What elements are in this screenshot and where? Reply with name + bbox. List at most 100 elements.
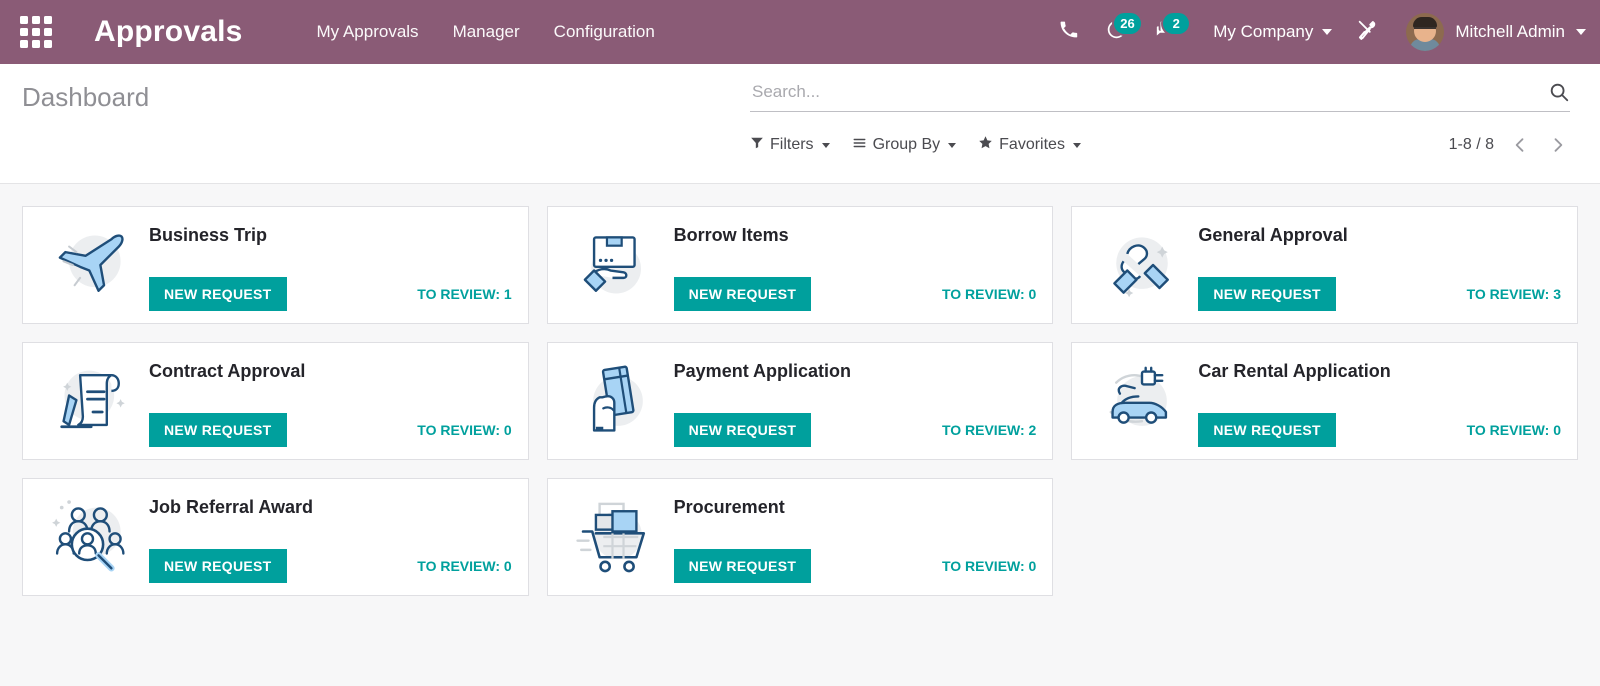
new-request-button[interactable]: NEW REQUEST [1198,277,1336,311]
card-title: Business Trip [149,225,512,246]
to-review-count[interactable]: TO REVIEW: 2 [942,422,1036,438]
filters-dropdown[interactable]: Filters [750,136,830,155]
chevron-down-icon [1073,143,1081,148]
card-title: Payment Application [674,361,1037,382]
card-title: General Approval [1198,225,1561,246]
new-request-button[interactable]: NEW REQUEST [149,549,287,583]
kanban-dashboard: Business Trip NEW REQUEST TO REVIEW: 1 B… [0,184,1600,596]
card-content: Car Rental Application NEW REQUEST TO RE… [1198,355,1561,447]
card-content: Contract Approval NEW REQUEST TO REVIEW:… [149,355,512,447]
apps-menu-toggle[interactable] [10,9,62,55]
kanban-empty-slot [1071,478,1578,596]
new-request-button[interactable]: NEW REQUEST [149,277,287,311]
kanban-card-job-referral-award[interactable]: Job Referral Award NEW REQUEST TO REVIEW… [22,478,529,596]
menu-item-manager[interactable]: Manager [451,16,522,48]
card-footer: NEW REQUEST TO REVIEW: 0 [149,413,512,447]
search-input[interactable] [750,78,1548,106]
to-review-count[interactable]: TO REVIEW: 0 [1467,422,1561,438]
card-title: Procurement [674,497,1037,518]
list-lines-icon [852,136,867,155]
card-footer: NEW REQUEST TO REVIEW: 0 [674,277,1037,311]
card-content: General Approval NEW REQUEST TO REVIEW: … [1198,219,1561,311]
kanban-card-car-rental-application[interactable]: Car Rental Application NEW REQUEST TO RE… [1071,342,1578,460]
kanban-card-procurement[interactable]: Procurement NEW REQUEST TO REVIEW: 0 [547,478,1054,596]
credit-card-icon [562,355,674,447]
card-footer: NEW REQUEST TO REVIEW: 0 [674,549,1037,583]
airplane-icon [37,219,149,311]
to-review-count[interactable]: TO REVIEW: 0 [417,558,511,574]
card-footer: NEW REQUEST TO REVIEW: 1 [149,277,512,311]
to-review-count[interactable]: TO REVIEW: 3 [1467,286,1561,302]
chevron-down-icon [1322,29,1332,35]
chevron-down-icon [822,143,830,148]
messages-button[interactable]: 2 [1141,9,1191,55]
shopping-cart-icon [562,491,674,583]
card-content: Borrow Items NEW REQUEST TO REVIEW: 0 [674,219,1037,311]
phone-icon [1059,20,1078,44]
card-footer: NEW REQUEST TO REVIEW: 2 [674,413,1037,447]
filters-label: Filters [770,136,814,154]
voip-phone-button[interactable] [1045,9,1092,55]
card-title: Job Referral Award [149,497,512,518]
handshake-icon [1086,219,1198,311]
user-menu[interactable]: Mitchell Admin [1392,13,1586,51]
debug-tools-button[interactable] [1342,9,1392,55]
company-name-label: My Company [1213,22,1313,42]
new-request-button[interactable]: NEW REQUEST [1198,413,1336,447]
hand-package-icon [562,219,674,311]
to-review-count[interactable]: TO REVIEW: 1 [417,286,511,302]
card-content: Business Trip NEW REQUEST TO REVIEW: 1 [149,219,512,311]
avatar [1406,13,1444,51]
user-name-label: Mitchell Admin [1455,22,1565,42]
contract-pen-icon [37,355,149,447]
card-footer: NEW REQUEST TO REVIEW: 3 [1198,277,1561,311]
favorites-label: Favorites [999,136,1065,154]
electric-car-icon [1086,355,1198,447]
card-footer: NEW REQUEST TO REVIEW: 0 [1198,413,1561,447]
to-review-count[interactable]: TO REVIEW: 0 [417,422,511,438]
chevron-down-icon [1576,29,1586,35]
breadcrumb: Dashboard [22,64,149,113]
tools-icon [1356,19,1378,46]
messages-count-badge: 2 [1163,13,1189,34]
new-request-button[interactable]: NEW REQUEST [674,277,812,311]
funnel-icon [750,136,764,155]
group-by-dropdown[interactable]: Group By [852,136,957,155]
activities-button[interactable]: 26 [1092,9,1141,55]
card-title: Car Rental Application [1198,361,1561,382]
new-request-button[interactable]: NEW REQUEST [674,549,812,583]
activities-count-badge: 26 [1114,13,1140,34]
group-by-label: Group By [873,136,941,154]
search-bar [750,78,1570,112]
chevron-down-icon [948,143,956,148]
menu-item-my-approvals[interactable]: My Approvals [315,16,421,48]
card-title: Contract Approval [149,361,512,382]
apps-grid-icon [20,16,52,48]
search-icon[interactable] [1548,81,1570,103]
pager: 1-8 / 8 [1449,135,1570,155]
to-review-count[interactable]: TO REVIEW: 0 [942,286,1036,302]
kanban-card-business-trip[interactable]: Business Trip NEW REQUEST TO REVIEW: 1 [22,206,529,324]
favorites-dropdown[interactable]: Favorites [978,135,1081,155]
new-request-button[interactable]: NEW REQUEST [149,413,287,447]
card-content: Job Referral Award NEW REQUEST TO REVIEW… [149,491,512,583]
navbar-systray: 26 2 My Company [1045,9,1586,55]
control-panel: Dashboard Filters [0,64,1600,184]
people-search-icon [37,491,149,583]
app-brand-title[interactable]: Approvals [94,17,243,47]
to-review-count[interactable]: TO REVIEW: 0 [942,558,1036,574]
pager-value: 1-8 / 8 [1449,136,1494,154]
company-switcher[interactable]: My Company [1191,22,1342,42]
pager-next-button[interactable] [1546,135,1570,155]
search-options-row: Filters Group By Favorites [750,135,1570,155]
kanban-card-general-approval[interactable]: General Approval NEW REQUEST TO REVIEW: … [1071,206,1578,324]
star-icon [978,135,993,155]
kanban-card-payment-application[interactable]: Payment Application NEW REQUEST TO REVIE… [547,342,1054,460]
kanban-card-contract-approval[interactable]: Contract Approval NEW REQUEST TO REVIEW:… [22,342,529,460]
kanban-card-borrow-items[interactable]: Borrow Items NEW REQUEST TO REVIEW: 0 [547,206,1054,324]
control-panel-right: Filters Group By Favorites [750,64,1570,155]
menu-item-configuration[interactable]: Configuration [552,16,657,48]
new-request-button[interactable]: NEW REQUEST [674,413,812,447]
pager-previous-button[interactable] [1508,135,1532,155]
card-content: Payment Application NEW REQUEST TO REVIE… [674,355,1037,447]
